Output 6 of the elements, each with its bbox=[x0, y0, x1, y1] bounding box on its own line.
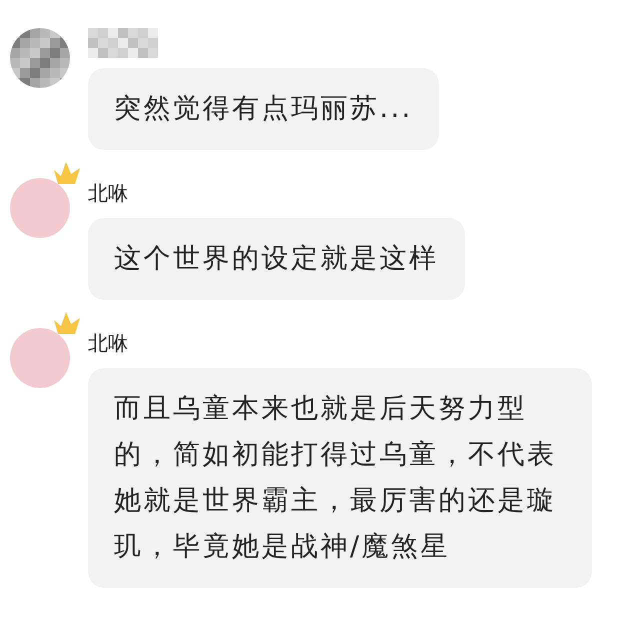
sender-name: 北咻 bbox=[88, 180, 129, 207]
sender-name: 北咻 bbox=[88, 330, 129, 357]
blurred-avatar bbox=[10, 28, 70, 88]
message-bubble: 突然觉得有点玛丽苏... bbox=[88, 68, 439, 150]
message-bubble: 而且乌童本来也就是后天努力型的，简如初能打得过乌童，不代表她就是世界霸主，最厉害的还是璇玑，毕竟她是战神/魔煞星 bbox=[88, 368, 592, 588]
message-bubble: 这个世界的设定就是这样 bbox=[88, 218, 464, 300]
